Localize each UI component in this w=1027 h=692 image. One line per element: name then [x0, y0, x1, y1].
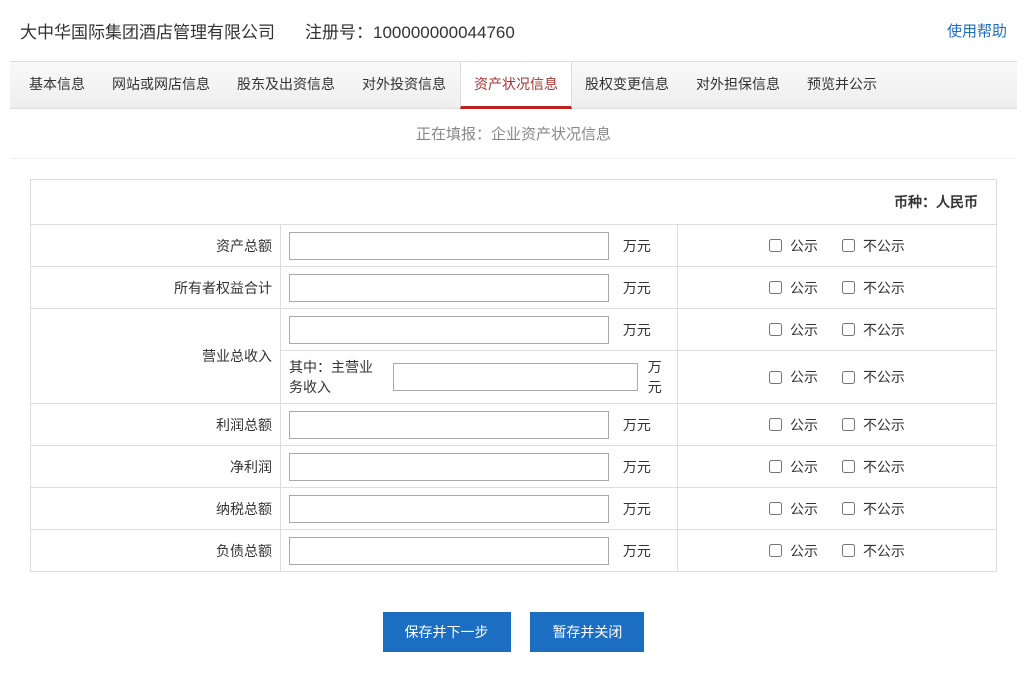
unit-label: 万元 [623, 322, 651, 338]
public-label: 公示 [790, 457, 818, 477]
public-label: 公示 [790, 415, 818, 435]
row-total-profit: 利润总额 万元 公示 不公示 [31, 404, 997, 446]
row-liability: 负债总额 万元 公示 不公示 [31, 530, 997, 572]
unit-label: 万元 [648, 357, 669, 397]
checkbox-tax-public[interactable] [769, 502, 782, 515]
registration-number: 注册号：100000000044760 [305, 18, 515, 43]
unit-label: 万元 [623, 543, 651, 559]
public-label: 公示 [790, 320, 818, 340]
row-owner-equity: 所有者权益合计 万元 公示 不公示 [31, 267, 997, 309]
tab-equity-change[interactable]: 股权变更信息 [572, 62, 683, 108]
label-main-revenue: 其中：主营业务收入 [289, 357, 385, 397]
save-next-button[interactable]: 保存并下一步 [383, 612, 511, 652]
save-close-button[interactable]: 暂存并关闭 [530, 612, 644, 652]
checkbox-total-assets-notpublic[interactable] [842, 239, 855, 252]
checkbox-tax-notpublic[interactable] [842, 502, 855, 515]
notpublic-label: 不公示 [863, 236, 905, 256]
checkbox-owner-equity-notpublic[interactable] [842, 281, 855, 294]
help-link[interactable]: 使用帮助 [947, 20, 1007, 41]
checkbox-total-profit-notpublic[interactable] [842, 418, 855, 431]
label-total-assets: 资产总额 [31, 225, 281, 267]
checkbox-net-profit-notpublic[interactable] [842, 460, 855, 473]
notpublic-label: 不公示 [863, 278, 905, 298]
checkbox-owner-equity-public[interactable] [769, 281, 782, 294]
public-label: 公示 [790, 367, 818, 387]
label-net-profit: 净利润 [31, 446, 281, 488]
input-liability[interactable] [289, 537, 609, 565]
input-net-profit[interactable] [289, 453, 609, 481]
label-liability: 负债总额 [31, 530, 281, 572]
tab-shareholder-info[interactable]: 股东及出资信息 [224, 62, 349, 108]
notpublic-label: 不公示 [863, 367, 905, 387]
tab-preview-publish[interactable]: 预览并公示 [794, 62, 891, 108]
checkbox-liability-public[interactable] [769, 544, 782, 557]
row-total-assets: 资产总额 万元 公示 不公示 [31, 225, 997, 267]
company-name: 大中华国际集团酒店管理有限公司 [20, 18, 275, 43]
input-main-revenue[interactable] [393, 363, 638, 391]
input-tax[interactable] [289, 495, 609, 523]
checkbox-total-profit-public[interactable] [769, 418, 782, 431]
public-label: 公示 [790, 278, 818, 298]
checkbox-main-revenue-public[interactable] [769, 371, 782, 384]
unit-label: 万元 [623, 459, 651, 475]
checkbox-main-revenue-notpublic[interactable] [842, 371, 855, 384]
label-owner-equity: 所有者权益合计 [31, 267, 281, 309]
unit-label: 万元 [623, 280, 651, 296]
checkbox-total-assets-public[interactable] [769, 239, 782, 252]
unit-label: 万元 [623, 417, 651, 433]
currency-label: 币种：人民币 [30, 179, 997, 224]
notpublic-label: 不公示 [863, 320, 905, 340]
tab-basic-info[interactable]: 基本信息 [16, 62, 99, 108]
public-label: 公示 [790, 236, 818, 256]
checkbox-net-profit-public[interactable] [769, 460, 782, 473]
notpublic-label: 不公示 [863, 415, 905, 435]
unit-label: 万元 [623, 238, 651, 254]
row-revenue: 营业总收入 万元 公示 不公示 [31, 309, 997, 351]
row-tax: 纳税总额 万元 公示 不公示 [31, 488, 997, 530]
public-label: 公示 [790, 541, 818, 561]
tab-bar: 基本信息 网站或网店信息 股东及出资信息 对外投资信息 资产状况信息 股权变更信… [10, 61, 1017, 109]
input-owner-equity[interactable] [289, 274, 609, 302]
row-net-profit: 净利润 万元 公示 不公示 [31, 446, 997, 488]
input-revenue[interactable] [289, 316, 609, 344]
notpublic-label: 不公示 [863, 499, 905, 519]
form-subtitle: 正在填报：企业资产状况信息 [10, 109, 1017, 159]
checkbox-revenue-notpublic[interactable] [842, 323, 855, 336]
checkbox-revenue-public[interactable] [769, 323, 782, 336]
label-total-profit: 利润总额 [31, 404, 281, 446]
input-total-assets[interactable] [289, 232, 609, 260]
asset-form-table: 资产总额 万元 公示 不公示 所有者权益合计 万元 公示 不公示 营业总收入 [30, 224, 997, 572]
checkbox-liability-notpublic[interactable] [842, 544, 855, 557]
input-total-profit[interactable] [289, 411, 609, 439]
tab-external-investment[interactable]: 对外投资信息 [349, 62, 460, 108]
tab-website-info[interactable]: 网站或网店信息 [99, 62, 224, 108]
label-tax: 纳税总额 [31, 488, 281, 530]
label-revenue: 营业总收入 [31, 309, 281, 404]
tab-guarantee[interactable]: 对外担保信息 [683, 62, 794, 108]
public-label: 公示 [790, 499, 818, 519]
notpublic-label: 不公示 [863, 457, 905, 477]
unit-label: 万元 [623, 501, 651, 517]
tab-asset-status[interactable]: 资产状况信息 [460, 62, 572, 109]
notpublic-label: 不公示 [863, 541, 905, 561]
